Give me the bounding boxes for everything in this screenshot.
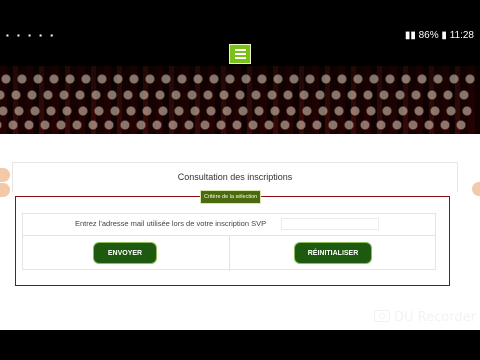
notification-icons: ▪ ▪ ▪ ▪ ▪ bbox=[6, 31, 57, 40]
watermark-text: DU Recorder bbox=[394, 310, 476, 325]
hamburger-icon bbox=[234, 49, 246, 51]
battery-level: 86% bbox=[418, 30, 439, 41]
status-bar: ▪ ▪ ▪ ▪ ▪ ▮▮ 86% ▮ 11:28 bbox=[0, 0, 480, 70]
main-content: Consultation des inscriptions Critère de… bbox=[0, 134, 480, 330]
bottom-bar bbox=[0, 330, 480, 360]
battery-icon: ▮ bbox=[441, 30, 447, 41]
status-right: ▮▮ 86% ▮ 11:28 bbox=[405, 30, 474, 41]
side-handle-left-bottom[interactable] bbox=[0, 183, 10, 197]
clock: 11:28 bbox=[449, 30, 474, 41]
email-prompt-label: Entrez l'adresse mail utilisée lors de v… bbox=[75, 219, 267, 228]
divider bbox=[229, 236, 230, 271]
page-title: Consultation des inscriptions bbox=[12, 162, 458, 192]
search-form-table: Entrez l'adresse mail utilisée lors de v… bbox=[22, 213, 436, 271]
reset-button[interactable]: RÉINITIALISER bbox=[294, 242, 372, 264]
email-input[interactable] bbox=[281, 218, 379, 230]
fieldset-legend: Critère de la sélection bbox=[200, 190, 262, 204]
recorder-watermark: DU Recorder bbox=[374, 310, 476, 325]
signal-icon: ▮▮ bbox=[404, 30, 416, 41]
send-button[interactable]: ENVOYER bbox=[93, 242, 157, 264]
header-banner-image bbox=[0, 66, 480, 134]
camera-icon bbox=[374, 310, 390, 322]
side-handle-right[interactable] bbox=[472, 182, 480, 196]
menu-toggle-button[interactable] bbox=[229, 44, 251, 64]
side-handle-left-top[interactable] bbox=[0, 168, 10, 182]
